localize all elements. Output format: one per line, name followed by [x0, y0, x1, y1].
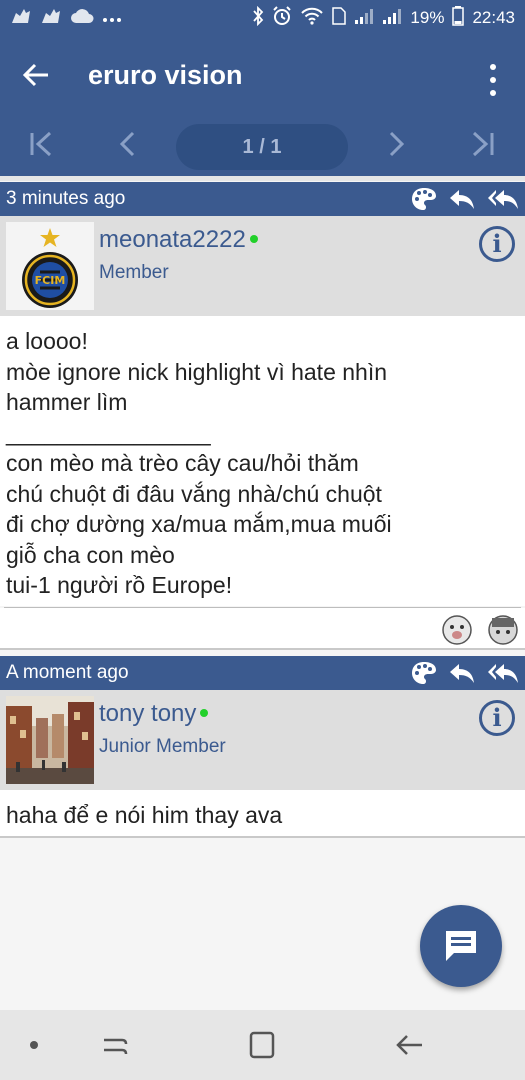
post-content: haha để e nói him thay ava [6, 802, 283, 828]
online-indicator [249, 235, 258, 243]
battery-percent: 19% [410, 8, 445, 27]
recent-apps-icon [104, 1038, 128, 1055]
app-bar: eruro vision [0, 36, 525, 120]
post-footer [0, 608, 525, 648]
compose-reply-button[interactable] [420, 905, 502, 987]
user-role: Junior Member [99, 736, 226, 757]
previous-page-button[interactable] [104, 128, 152, 168]
alarm-icon [272, 5, 292, 31]
svg-text:FCIM: FCIM [35, 274, 66, 287]
emoticon-icon[interactable] [440, 612, 474, 646]
cloud-icon [70, 8, 94, 29]
pagination-bar: 1 / 1 [0, 120, 525, 176]
back-nav-button[interactable] [390, 1028, 430, 1062]
more-notifications-icon [102, 8, 122, 28]
chat-icon [446, 931, 476, 961]
battery-icon [452, 5, 465, 31]
info-button[interactable]: i [479, 700, 515, 736]
post-body: a loooo! mòe ignore nick highlight vì ha… [0, 316, 525, 606]
user-role: Member [99, 262, 169, 283]
divider [0, 648, 525, 650]
back-button[interactable] [22, 58, 62, 98]
bluetooth-icon [252, 5, 264, 31]
notification-icon [40, 7, 62, 30]
page-title: eruro vision [88, 60, 243, 90]
username-link[interactable]: tony tony [99, 700, 209, 728]
palette-icon[interactable] [411, 661, 437, 685]
chevron-right-icon [389, 131, 405, 157]
reply-all-icon[interactable] [487, 188, 519, 210]
clock: 22:43 [472, 8, 515, 27]
username-link[interactable]: meonata2222 [99, 226, 258, 254]
username: tony tony [99, 700, 197, 727]
status-bar: 19% 22:43 [0, 0, 525, 36]
post-author-bar: tony tony Junior Member i [0, 690, 525, 790]
info-button[interactable]: i [479, 226, 515, 262]
post-content: a loooo! mòe ignore nick highlight vì ha… [6, 328, 388, 415]
first-page-icon [30, 131, 52, 157]
dot [490, 64, 496, 70]
nav-dot[interactable] [14, 1028, 54, 1062]
overflow-menu-button[interactable] [481, 60, 505, 100]
post-header: A moment ago [0, 656, 525, 690]
home-icon [249, 1031, 275, 1059]
dot-icon [30, 1041, 38, 1049]
username: meonata2222 [99, 226, 246, 253]
signature: con mèo mà trèo cây cau/hỏi thăm chú chu… [6, 450, 392, 598]
page-indicator[interactable]: 1 / 1 [176, 124, 348, 170]
first-page-button[interactable] [18, 128, 66, 168]
back-icon [396, 1035, 422, 1055]
online-indicator [200, 709, 209, 717]
wifi-icon [300, 7, 324, 30]
arrow-left-icon [22, 63, 48, 87]
reply-all-icon[interactable] [487, 662, 519, 684]
post-time: A moment ago [6, 662, 129, 683]
chevron-left-icon [119, 131, 135, 157]
post-header: 3 minutes ago [0, 182, 525, 216]
avatar[interactable] [6, 696, 94, 784]
recent-apps-button[interactable] [96, 1028, 136, 1062]
post-author-bar: FCIM meonata2222 Member i [0, 216, 525, 316]
palette-icon[interactable] [411, 187, 437, 211]
inter-logo-avatar: FCIM [6, 222, 94, 310]
system-navigation-bar [0, 1010, 525, 1080]
sim-icon [332, 6, 347, 30]
avatar[interactable]: FCIM [6, 222, 94, 310]
reply-icon[interactable] [449, 662, 475, 684]
reply-icon[interactable] [449, 188, 475, 210]
dot [490, 90, 496, 96]
signal-icon [382, 7, 402, 30]
divider [0, 176, 525, 181]
next-page-button[interactable] [372, 128, 420, 168]
signature-rule: ________________ [6, 419, 211, 446]
home-button[interactable] [242, 1028, 282, 1062]
notification-icon [10, 7, 32, 30]
last-page-icon [472, 131, 494, 157]
dot [490, 77, 496, 83]
emoticon-icon[interactable] [486, 612, 520, 646]
post-body: haha để e nói him thay ava [0, 790, 525, 836]
divider [0, 836, 525, 838]
post-time: 3 minutes ago [6, 188, 126, 209]
last-page-button[interactable] [458, 128, 506, 168]
street-photo-avatar [6, 696, 94, 784]
signal-icon [354, 7, 374, 30]
